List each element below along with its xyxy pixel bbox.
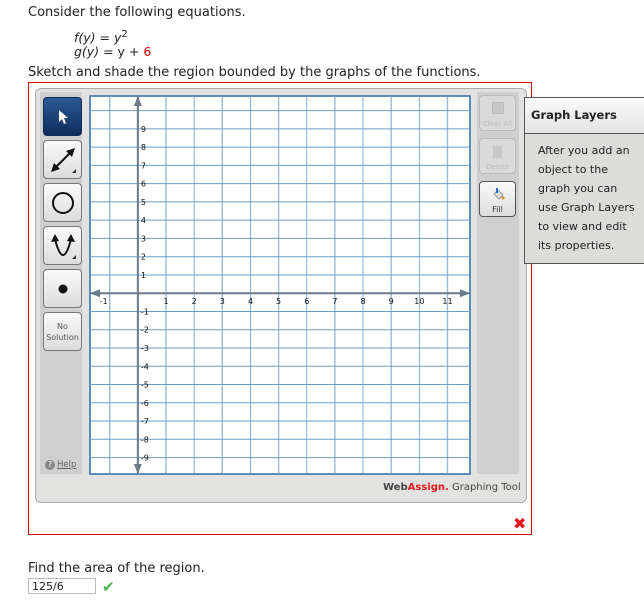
y-tick-label: 6 <box>141 180 146 189</box>
area-prompt: Find the area of the region. <box>28 561 205 576</box>
y-tick-label: 9 <box>141 125 146 134</box>
x-tick-label: -1 <box>100 297 108 306</box>
checkmark-icon: ✔ <box>102 578 115 596</box>
y-tick-label: -4 <box>141 362 149 371</box>
y-tick-label: 1 <box>141 271 146 280</box>
graph-layers-title: Graph Layers <box>525 98 644 134</box>
y-tick-label: 4 <box>141 216 146 225</box>
graph-canvas[interactable]: -1 1 2 3 4 5 6 7 8 9 10 11 9 8 7 6 5 4 3 2 1 -1 -2 -3 -4 -5 -6 -7 -8… <box>0 0 644 606</box>
y-tick-label: -7 <box>141 417 149 426</box>
y-tick-label: -8 <box>141 435 149 444</box>
x-tick-label: 9 <box>389 297 394 306</box>
x-tick-label: 8 <box>360 297 365 306</box>
x-tick-label: 5 <box>276 297 281 306</box>
y-tick-label: -2 <box>141 326 149 335</box>
x-tick-label: 7 <box>332 297 337 306</box>
y-tick-label: 3 <box>141 234 146 243</box>
x-tick-label: 11 <box>442 297 452 306</box>
y-tick-label: -5 <box>141 381 149 390</box>
layers-text: properties. <box>554 239 615 252</box>
x-tick-label: 4 <box>248 297 253 306</box>
x-tick-label: 2 <box>192 297 197 306</box>
y-tick-label: 2 <box>141 253 146 262</box>
y-tick-label: -9 <box>141 454 149 463</box>
area-answer-input[interactable]: 125/6 <box>28 578 96 594</box>
x-tick-label: 1 <box>163 297 168 306</box>
y-tick-label: -3 <box>141 344 149 353</box>
y-tick-label: -1 <box>141 307 149 316</box>
x-tick-label: 3 <box>220 297 225 306</box>
y-tick-label: -6 <box>141 399 149 408</box>
y-tick-label: 5 <box>141 198 146 207</box>
incorrect-x-icon: ✖ <box>513 514 527 533</box>
x-tick-label: 10 <box>414 297 424 306</box>
graph-layers-panel: Graph Layers After you add an object to … <box>524 97 644 264</box>
x-tick-label: 6 <box>304 297 309 306</box>
webassign-logo: WebAssign. Graphing Tool <box>383 482 521 493</box>
y-tick-label: 7 <box>141 161 146 170</box>
y-tick-label: 8 <box>141 143 146 152</box>
